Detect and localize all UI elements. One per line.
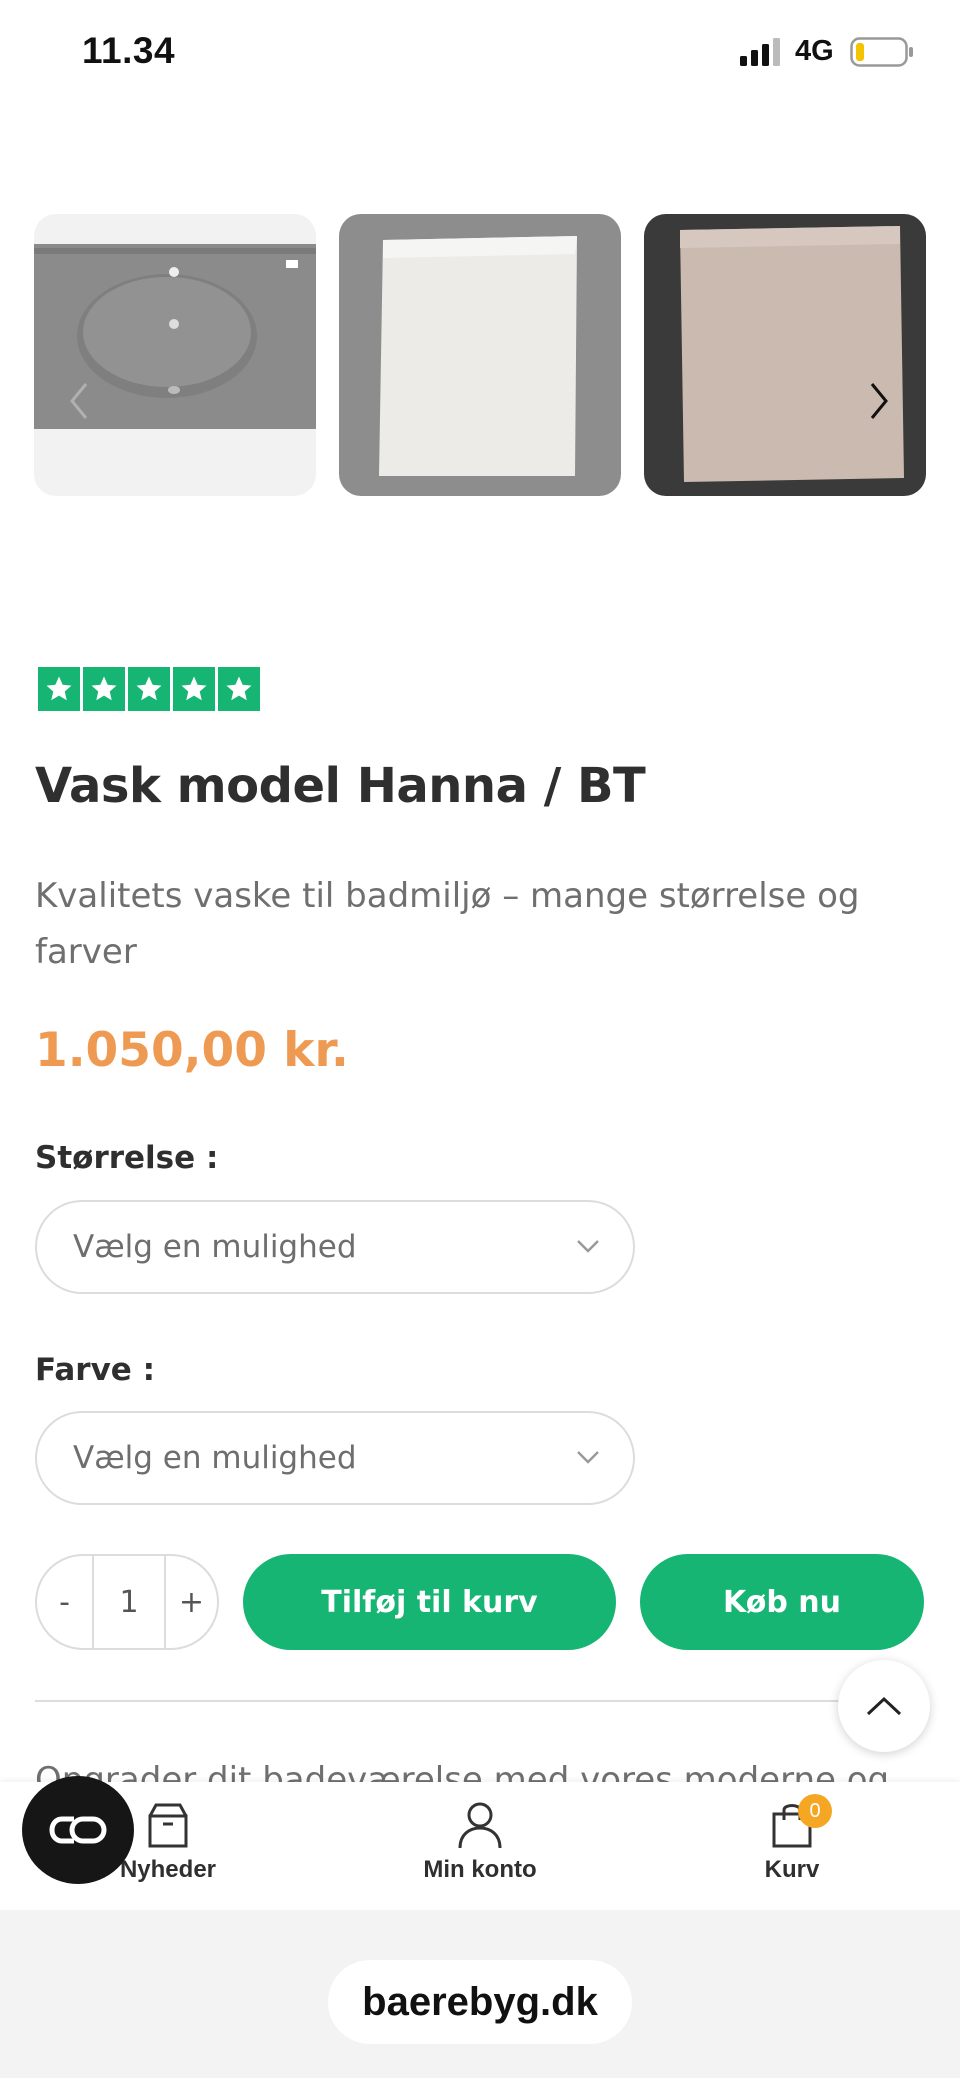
chevron-down-icon <box>577 1451 599 1464</box>
trustpilot-rating <box>38 667 260 711</box>
star-icon <box>83 667 125 711</box>
scroll-to-top-button[interactable] <box>838 1660 930 1752</box>
quantity-increase-button[interactable]: + <box>166 1556 217 1648</box>
quantity-decrease-button[interactable]: - <box>37 1556 94 1648</box>
nav-label-cart: Kurv <box>764 1856 820 1883</box>
nav-label-account: Min konto <box>423 1856 537 1883</box>
nav-item-account[interactable]: Min konto <box>380 1800 580 1884</box>
color-label: Farve : <box>35 1352 155 1388</box>
star-icon <box>218 667 260 711</box>
user-icon <box>458 1802 502 1849</box>
bottom-navigation: Nyheder Min konto 0 Kurv <box>0 1782 960 1910</box>
carousel-next-icon[interactable] <box>858 376 898 426</box>
gallery-image-sink[interactable] <box>34 214 316 496</box>
nav-label-news: Nyheder <box>119 1856 217 1883</box>
signal-icon <box>740 38 780 66</box>
add-to-cart-button[interactable]: Tilføj til kurv <box>243 1554 616 1650</box>
box-icon <box>148 1803 188 1848</box>
product-title: Vask model Hanna / BT <box>35 758 646 814</box>
quantity-stepper[interactable]: - 1 + <box>35 1554 219 1650</box>
size-select-value: Vælg en mulighed <box>73 1229 357 1265</box>
chat-widget-button[interactable] <box>22 1776 134 1884</box>
gallery-image-white-panel[interactable] <box>339 214 621 496</box>
chevron-up-icon <box>866 1696 902 1716</box>
quantity-value[interactable]: 1 <box>94 1556 166 1648</box>
product-subtitle: Kvalitets vaske til badmiljø – mange stø… <box>35 876 860 972</box>
divider <box>35 1700 915 1702</box>
size-select[interactable]: Vælg en mulighed <box>35 1200 635 1294</box>
battery-icon <box>850 37 913 67</box>
status-time: 11.34 <box>82 30 176 71</box>
color-select[interactable]: Vælg en mulighed <box>35 1411 635 1505</box>
color-select-value: Vælg en mulighed <box>73 1440 357 1476</box>
gallery-image-granite-panel[interactable] <box>644 214 926 496</box>
cart-count-badge: 0 <box>798 1794 832 1828</box>
star-icon <box>38 667 80 711</box>
network-type: 4G <box>795 35 834 67</box>
buy-now-button[interactable]: Køb nu <box>640 1554 924 1650</box>
url-bar[interactable]: baerebyg.dk <box>328 1960 632 2044</box>
star-icon <box>173 667 215 711</box>
carousel-prev-icon[interactable] <box>60 376 100 426</box>
nav-item-cart[interactable]: 0 Kurv <box>692 1794 892 1884</box>
chevron-down-icon <box>577 1240 599 1253</box>
star-icon <box>128 667 170 711</box>
size-label: Størrelse : <box>35 1140 219 1176</box>
product-price: 1.050,00 kr. <box>35 1023 349 1078</box>
chat-icon <box>49 1816 107 1844</box>
